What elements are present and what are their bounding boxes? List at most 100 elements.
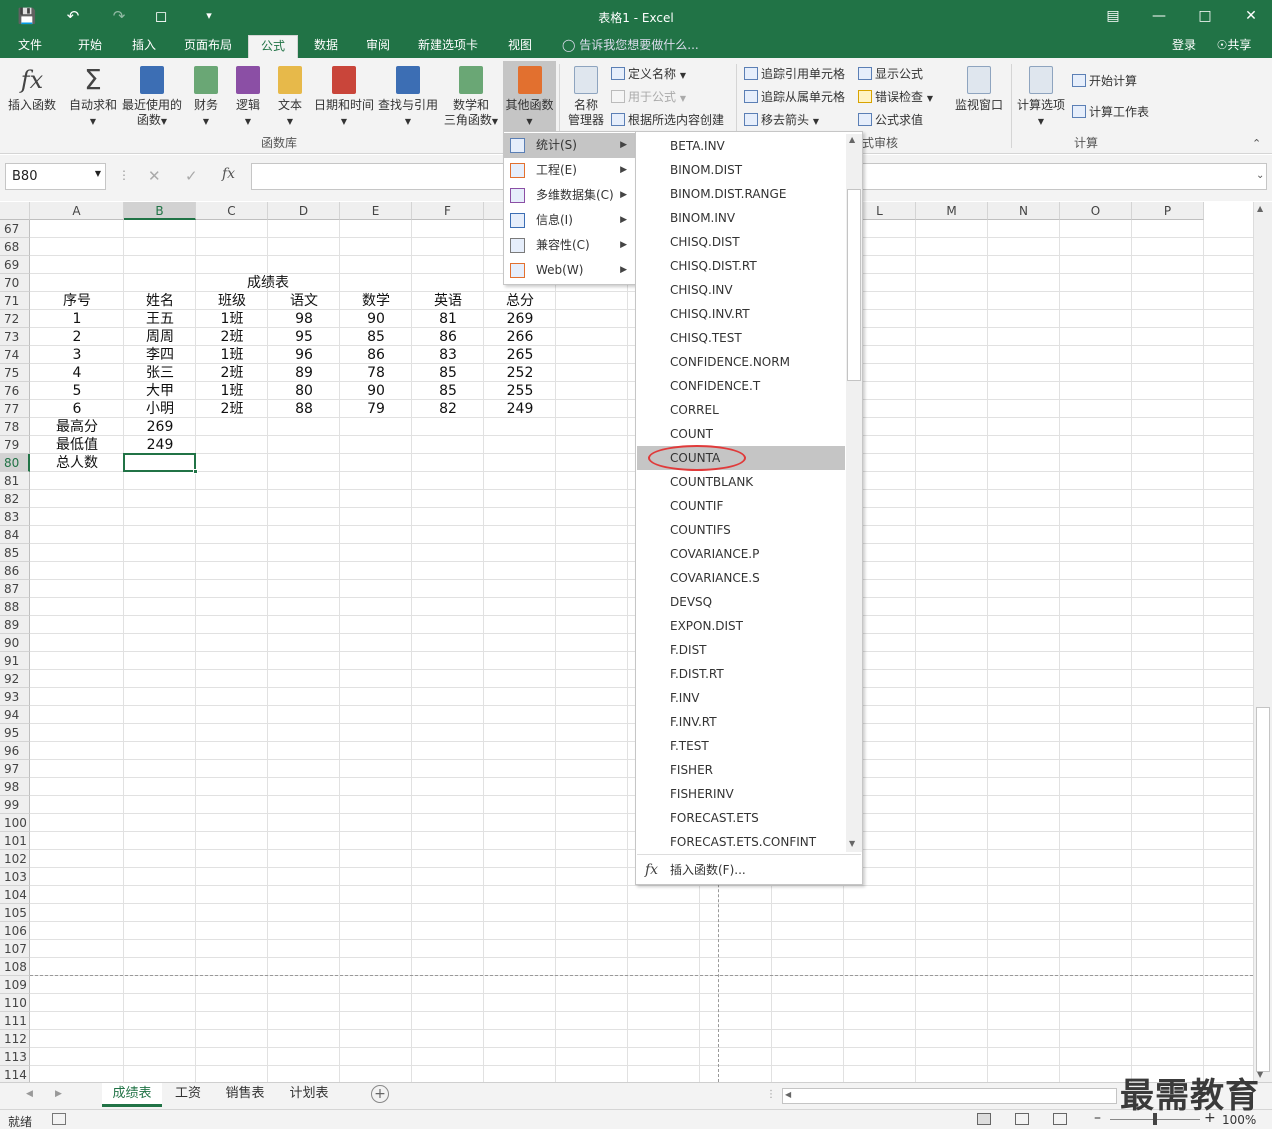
row-header[interactable]: 96 [0,742,30,760]
calculation-options-button[interactable]: 计算选项 ▼ [1014,66,1068,129]
login-link[interactable]: 登录 [1166,37,1202,58]
row-header[interactable]: 83 [0,508,30,526]
function-list-scroll-thumb[interactable] [847,189,861,381]
autosum-button[interactable]: Σ 自动求和 ▼ [66,66,120,129]
prev-sheet-icon[interactable]: ◀ [26,1089,33,1099]
row-header[interactable]: 95 [0,724,30,742]
tab-new[interactable]: 新建选项卡 [410,37,486,58]
table-cell[interactable]: 1班 [196,310,268,328]
table-header-cell[interactable]: 姓名 [124,292,196,310]
function-item-binom-dist-range[interactable]: BINOM.DIST.RANGE [637,182,845,206]
max-label-cell[interactable]: 最高分 [30,418,124,436]
table-cell[interactable]: 大甲 [124,382,196,400]
column-header-e[interactable]: E [340,202,412,220]
function-item-f-dist[interactable]: F.DIST [637,638,845,662]
active-cell-b80[interactable] [123,453,196,472]
tab-page-layout[interactable]: 页面布局 [177,37,239,58]
table-header-cell[interactable]: 英语 [412,292,484,310]
scroll-up-icon[interactable]: ▲ [1257,204,1263,213]
table-cell[interactable]: 252 [484,364,556,382]
tab-data[interactable]: 数据 [306,37,346,58]
table-cell[interactable]: 李四 [124,346,196,364]
menu-compatibility[interactable]: 兼容性(C) ▶ [504,233,635,258]
vertical-scrollbar[interactable]: ▲ ▼ [1253,202,1272,1082]
table-cell[interactable]: 82 [412,400,484,418]
financial-button[interactable]: 财务 ▼ [186,66,226,129]
table-cell[interactable]: 85 [412,364,484,382]
table-cell[interactable]: 265 [484,346,556,364]
min-label-cell[interactable]: 最低值 [30,436,124,454]
row-header[interactable]: 111 [0,1012,30,1030]
function-item-confidence-norm[interactable]: CONFIDENCE.NORM [637,350,845,374]
column-header-b[interactable]: B [124,202,196,220]
function-item-covariance-s[interactable]: COVARIANCE.S [637,566,845,590]
select-all-corner[interactable] [0,202,30,220]
row-header[interactable]: 84 [0,526,30,544]
function-item-devsq[interactable]: DEVSQ [637,590,845,614]
table-cell[interactable]: 小明 [124,400,196,418]
row-header[interactable]: 98 [0,778,30,796]
table-cell[interactable]: 2 [30,328,124,346]
function-item-f-test[interactable]: F.TEST [637,734,845,758]
function-item-beta-inv[interactable]: BETA.INV [637,134,845,158]
trace-dependents-button[interactable]: 追踪从属单元格 [744,89,845,105]
tab-formulas[interactable]: 公式 [248,35,298,58]
table-cell[interactable]: 81 [412,310,484,328]
row-header[interactable]: 112 [0,1030,30,1048]
collapse-ribbon-icon[interactable]: ⌃ [1252,137,1261,150]
row-header[interactable]: 86 [0,562,30,580]
max-value-cell[interactable]: 269 [124,418,196,436]
function-item-count[interactable]: COUNT [637,422,845,446]
row-header[interactable]: 77 [0,400,30,418]
table-cell[interactable]: 2班 [196,328,268,346]
function-item-chisq-inv-rt[interactable]: CHISQ.INV.RT [637,302,845,326]
table-cell[interactable]: 89 [268,364,340,382]
row-header[interactable]: 76 [0,382,30,400]
row-header[interactable]: 70 [0,274,30,292]
next-sheet-icon[interactable]: ▶ [55,1089,62,1099]
table-cell[interactable]: 周周 [124,328,196,346]
function-list-scroll-up-icon[interactable]: ▲ [849,135,855,144]
function-item-forecast-ets[interactable]: FORECAST.ETS [637,806,845,830]
row-header[interactable]: 78 [0,418,30,436]
function-item-chisq-test[interactable]: CHISQ.TEST [637,326,845,350]
table-cell[interactable]: 4 [30,364,124,382]
row-header[interactable]: 93 [0,688,30,706]
row-header[interactable]: 104 [0,886,30,904]
column-header-f[interactable]: F [412,202,484,220]
function-item-covariance-p[interactable]: COVARIANCE.P [637,542,845,566]
function-item-countblank[interactable]: COUNTBLANK [637,470,845,494]
create-from-selection-button[interactable]: 根据所选内容创建 [611,112,724,128]
sheet-tab-grades[interactable]: 成绩表 [102,1083,162,1107]
table-cell[interactable]: 249 [484,400,556,418]
use-in-formula-button[interactable]: 用于公式 ▼ [611,89,686,107]
menu-information[interactable]: 信息(I) ▶ [504,208,635,233]
horizontal-scrollbar[interactable]: ◀ [782,1088,1117,1104]
tab-insert[interactable]: 插入 [124,37,164,58]
function-item-f-inv[interactable]: F.INV [637,686,845,710]
column-header-n[interactable]: N [988,202,1060,220]
row-header[interactable]: 105 [0,904,30,922]
show-formulas-button[interactable]: 显示公式 [858,66,923,82]
min-value-cell[interactable]: 249 [124,436,196,454]
tab-home[interactable]: 开始 [70,37,110,58]
table-cell[interactable]: 255 [484,382,556,400]
row-header[interactable]: 67 [0,220,30,238]
row-header[interactable]: 87 [0,580,30,598]
row-header[interactable]: 73 [0,328,30,346]
table-cell[interactable]: 95 [268,328,340,346]
confirm-entry-icon[interactable]: ✓ [185,167,198,185]
sheet-title-cell[interactable]: 成绩表 [196,274,340,292]
table-cell[interactable]: 1班 [196,346,268,364]
row-header[interactable]: 79 [0,436,30,454]
table-cell[interactable]: 5 [30,382,124,400]
sheet-tab-salary[interactable]: 工资 [166,1083,210,1107]
function-item-confidence-t[interactable]: CONFIDENCE.T [637,374,845,398]
menu-cube[interactable]: 多维数据集(C) ▶ [504,183,635,208]
table-cell[interactable]: 88 [268,400,340,418]
table-cell[interactable]: 85 [412,382,484,400]
function-item-fisher[interactable]: FISHER [637,758,845,782]
row-header[interactable]: 108 [0,958,30,976]
row-header[interactable]: 114 [0,1066,30,1082]
row-header[interactable]: 89 [0,616,30,634]
